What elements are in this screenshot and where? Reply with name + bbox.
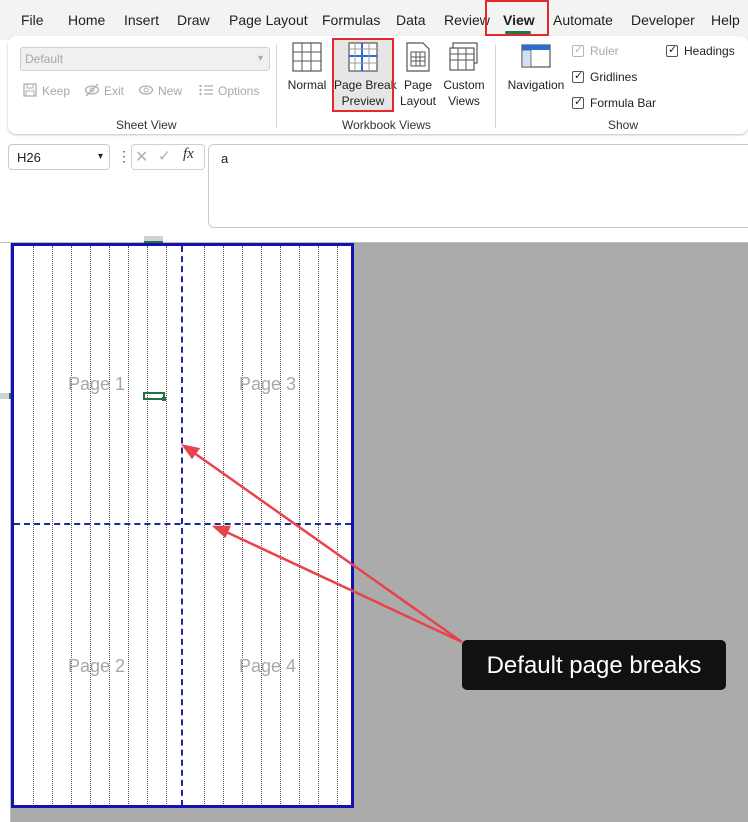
navigation-label: Navigation	[507, 78, 565, 92]
callout-text: Default page breaks	[486, 652, 702, 679]
new-label: New	[158, 84, 183, 98]
tab-automate[interactable]: Automate	[553, 12, 613, 28]
page-4-label: Page 4	[239, 656, 297, 676]
headings-label: Headings	[684, 44, 735, 58]
tab-draw[interactable]: Draw	[177, 12, 210, 28]
normal-grid-icon	[292, 42, 322, 72]
options-button[interactable]: Options	[198, 83, 259, 98]
page-1-label: Page 1	[68, 374, 126, 394]
tab-review[interactable]: Review	[444, 12, 490, 28]
checkbox-checked-icon	[572, 95, 584, 109]
save-icon	[23, 83, 37, 97]
sheet-view-select[interactable]: Default ▾	[20, 47, 270, 71]
more-options-icon[interactable]: ⋮	[117, 148, 131, 165]
tab-help[interactable]: Help	[711, 12, 740, 28]
tab-home[interactable]: Home	[68, 12, 105, 28]
new-button[interactable]: New	[138, 83, 182, 98]
tab-page-layout[interactable]: Page Layout	[229, 12, 308, 28]
print-area-border	[11, 243, 354, 808]
custom-views-button[interactable]: Custom Views	[441, 42, 487, 109]
custom-views-label-2: Views	[448, 94, 480, 108]
options-label: Options	[218, 84, 260, 98]
formula-content: a	[221, 151, 229, 166]
fill-handle[interactable]	[162, 397, 166, 401]
group-divider	[495, 44, 496, 128]
column-header-bar	[0, 236, 748, 243]
menu-bar: File Home Insert Draw Page Layout Formul…	[0, 0, 748, 40]
eye-off-icon	[84, 83, 100, 97]
checkbox-checked-icon	[572, 43, 584, 57]
tab-formulas[interactable]: Formulas	[322, 12, 380, 28]
insert-function-icon[interactable]: fx	[183, 146, 194, 163]
list-icon	[199, 84, 213, 96]
active-column-header	[144, 236, 163, 243]
normal-label: Normal	[287, 78, 327, 92]
tab-insert[interactable]: Insert	[124, 12, 159, 28]
name-box[interactable]: H26 ▾	[8, 144, 110, 170]
page-layout-view-button[interactable]: Page Layout	[397, 42, 439, 109]
navigation-button[interactable]: Navigation	[504, 42, 568, 93]
gridlines-checkbox[interactable]: Gridlines	[572, 69, 638, 84]
headings-checkbox[interactable]: Headings	[666, 43, 735, 58]
checkbox-checked-icon	[666, 43, 678, 57]
tab-developer[interactable]: Developer	[631, 12, 695, 28]
page-break-preview-highlight	[332, 38, 394, 112]
navigation-pane-icon	[521, 44, 551, 68]
sheet-view-group-label: Sheet View	[116, 118, 177, 132]
view-tab-highlight	[485, 0, 549, 36]
row-header-bar	[0, 243, 11, 822]
formula-bar-checkbox[interactable]: Formula Bar	[572, 95, 657, 110]
tab-file[interactable]: File	[21, 12, 44, 28]
formula-bar-label: Formula Bar	[590, 96, 657, 110]
group-divider	[276, 44, 277, 128]
keep-button[interactable]: Keep	[22, 83, 70, 98]
gridlines-label: Gridlines	[590, 70, 638, 84]
chevron-down-icon: ▾	[97, 151, 103, 162]
active-row-header	[0, 393, 11, 399]
chevron-down-icon: ▾	[257, 53, 263, 64]
ruler-checkbox[interactable]: Ruler	[572, 43, 619, 58]
page-layout-label-2: Layout	[399, 94, 437, 108]
checkmark-icon[interactable]: ✓	[158, 147, 171, 165]
ruler-label: Ruler	[590, 44, 619, 58]
eye-plus-icon	[138, 85, 154, 95]
name-box-value: H26	[17, 150, 41, 165]
page-3-label: Page 3	[239, 374, 297, 394]
exit-label: Exit	[104, 84, 125, 98]
normal-view-button[interactable]: Normal	[286, 42, 328, 93]
page-2-label: Page 2	[68, 656, 126, 676]
tab-data[interactable]: Data	[396, 12, 426, 28]
page-layout-icon	[406, 42, 430, 72]
page-layout-label-1: Page	[403, 78, 433, 92]
workbook-views-group-label: Workbook Views	[342, 118, 431, 132]
keep-label: Keep	[42, 84, 71, 98]
cancel-icon[interactable]: ✕	[135, 147, 148, 167]
custom-views-icon	[449, 42, 478, 71]
custom-views-label-1: Custom	[443, 78, 485, 92]
annotation-callout: Default page breaks	[462, 640, 726, 690]
show-group-label: Show	[608, 118, 639, 132]
exit-button[interactable]: Exit	[84, 83, 124, 98]
formula-input[interactable]: a	[208, 144, 748, 228]
sheet-view-value: Default	[25, 52, 64, 66]
ribbon: Default ▾ Keep Exit New Options Sheet Vi…	[8, 36, 748, 134]
checkbox-checked-icon	[572, 69, 584, 83]
